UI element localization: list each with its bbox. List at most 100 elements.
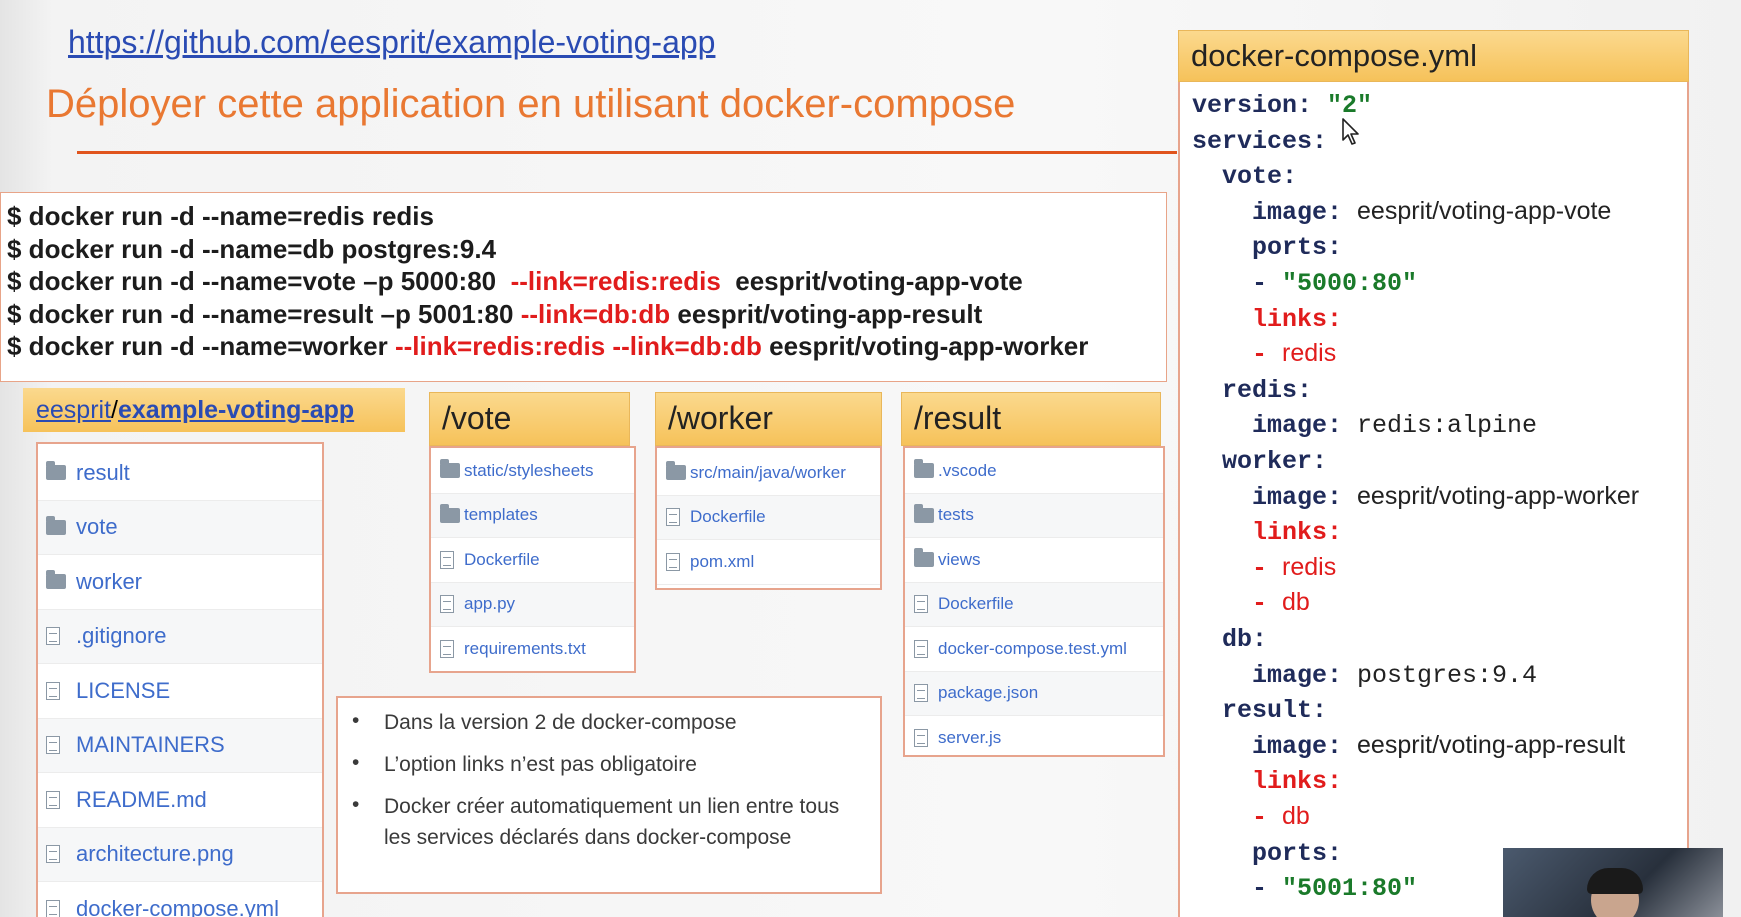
vote-file-list: static/stylesheets templates Dockerfile app… bbox=[429, 446, 636, 673]
compose-file-header: docker-compose.yml bbox=[1178, 30, 1689, 82]
yaml-token: - bbox=[1252, 874, 1283, 904]
result-item-label: .vscode bbox=[938, 460, 997, 480]
result-list-item[interactable]: Dockerfile bbox=[905, 582, 1163, 627]
vote-list-item[interactable]: requirements.txt bbox=[431, 627, 634, 671]
yaml-token: eesprit/voting-app-vote bbox=[1357, 196, 1612, 225]
file-icon bbox=[46, 681, 60, 700]
github-url-link[interactable]: https://github.com/eesprit/example-votin… bbox=[68, 24, 715, 61]
vote-list-item[interactable]: templates bbox=[431, 493, 634, 538]
command-text: $ docker run -d --name=worker bbox=[7, 331, 395, 361]
result-item-label: docker-compose.test.yml bbox=[938, 638, 1127, 658]
notes-box: • Dans la version 2 de docker-compose • L’o… bbox=[336, 696, 882, 894]
repo-list-item[interactable]: architecture.png bbox=[38, 827, 322, 882]
yaml-line: links: bbox=[1252, 766, 1342, 796]
file-icon bbox=[440, 550, 454, 569]
yaml-line: services: bbox=[1192, 126, 1327, 156]
file-icon bbox=[914, 595, 928, 614]
yaml-line: - redis bbox=[1252, 553, 1336, 583]
yaml-line: - "5000:80" bbox=[1252, 268, 1417, 298]
worker-list-item[interactable]: src/main/java/worker bbox=[657, 451, 880, 496]
bullet-icon: • bbox=[352, 709, 360, 732]
vote-list-item[interactable]: Dockerfile bbox=[431, 538, 634, 583]
yaml-token: redis bbox=[1282, 339, 1337, 368]
yaml-token: - bbox=[1252, 269, 1283, 298]
command-line: $ docker run -d --name=vote –p 5000:80 -… bbox=[7, 266, 1023, 297]
result-list-item[interactable]: .vscode bbox=[905, 449, 1163, 494]
worker-item-label: pom.xml bbox=[690, 551, 755, 571]
file-icon bbox=[914, 728, 928, 747]
repo-item-label: .gitignore bbox=[76, 623, 167, 649]
command-line: $ docker run -d --name=result –p 5001:80… bbox=[7, 299, 982, 330]
result-list-item[interactable]: server.js bbox=[905, 716, 1163, 755]
repo-item-label: vote bbox=[76, 514, 118, 540]
repo-item-label: MAINTAINERS bbox=[76, 732, 225, 758]
webcam-overlay bbox=[1503, 848, 1723, 917]
yaml-line: result: bbox=[1222, 695, 1327, 725]
folder-icon bbox=[440, 503, 460, 523]
repo-list-item[interactable]: README.md bbox=[38, 773, 322, 828]
yaml-line: db: bbox=[1222, 624, 1267, 654]
result-item-label: views bbox=[938, 549, 981, 569]
yaml-line: links: bbox=[1252, 517, 1342, 547]
file-icon bbox=[46, 845, 60, 864]
result-list-item[interactable]: docker-compose.test.yml bbox=[905, 627, 1163, 672]
repo-list-item[interactable]: docker-compose.yml bbox=[38, 882, 322, 917]
result-folder-header: /result bbox=[901, 392, 1161, 446]
command-line: $ docker run -d --name=redis redis bbox=[7, 201, 434, 232]
yaml-token: - bbox=[1252, 803, 1283, 832]
repo-item-label: worker bbox=[76, 568, 143, 594]
yaml-token: postgres:9.4 bbox=[1357, 660, 1538, 690]
yaml-line: version: "2" bbox=[1192, 90, 1372, 120]
repo-list-item[interactable]: worker bbox=[38, 555, 322, 610]
note-text: Dans la version 2 de docker-compose bbox=[384, 711, 737, 734]
command-text: $ docker run -d --name=db postgres:9.4 bbox=[7, 233, 497, 264]
repo-list-item[interactable]: vote bbox=[38, 500, 322, 555]
yaml-token: image: bbox=[1252, 660, 1358, 690]
yaml-token: db bbox=[1282, 588, 1310, 617]
repo-name-link[interactable]: example-voting-app bbox=[118, 396, 354, 424]
yaml-token: redis: bbox=[1222, 375, 1313, 405]
mouse-cursor-icon bbox=[1342, 118, 1359, 145]
slide-title: Déployer cette application en utilisant … bbox=[46, 82, 1016, 126]
command-text: $ docker run -d --name=vote –p 5000:80 bbox=[7, 266, 511, 296]
vote-list-item[interactable]: static/stylesheets bbox=[431, 449, 634, 494]
yaml-token: result: bbox=[1222, 696, 1328, 726]
repo-list-item[interactable]: .gitignore bbox=[38, 609, 322, 664]
yaml-token: eesprit/voting-app-worker bbox=[1357, 481, 1640, 510]
yaml-token: links: bbox=[1252, 518, 1343, 548]
yaml-line: ports: bbox=[1252, 838, 1342, 868]
yaml-token: "5000:80" bbox=[1282, 269, 1418, 298]
repo-list-item[interactable]: LICENSE bbox=[38, 664, 322, 719]
repo-owner-link[interactable]: eesprit bbox=[36, 396, 111, 424]
file-icon bbox=[46, 736, 60, 755]
docker-run-commands-box: $ docker run -d --name=redis redis $ dock… bbox=[0, 192, 1167, 382]
yaml-token: db bbox=[1282, 802, 1310, 830]
command-text: eesprit/voting-app-worker bbox=[761, 331, 1089, 361]
yaml-token: links: bbox=[1252, 304, 1343, 334]
yaml-line: links: bbox=[1252, 304, 1342, 334]
folder-icon bbox=[914, 503, 934, 523]
compose-file-content: version: "2" services: vote: image: eesprit… bbox=[1178, 82, 1689, 917]
command-text: $ docker run -d --name=result –p 5001:80 bbox=[7, 298, 521, 329]
repo-item-label: LICENSE bbox=[76, 677, 171, 703]
vote-list-item[interactable]: app.py bbox=[431, 582, 634, 627]
yaml-line: image: postgres:9.4 bbox=[1252, 660, 1537, 690]
yaml-line: image: eesprit/voting-app-vote bbox=[1252, 197, 1611, 227]
worker-item-label: src/main/java/worker bbox=[690, 462, 846, 482]
result-item-label: package.json bbox=[938, 683, 1039, 703]
result-list-item[interactable]: package.json bbox=[905, 671, 1163, 716]
yaml-line: image: redis:alpine bbox=[1252, 410, 1537, 440]
worker-list-item[interactable]: pom.xml bbox=[657, 540, 880, 585]
yaml-token: - bbox=[1252, 553, 1283, 583]
result-list-item[interactable]: views bbox=[905, 538, 1163, 583]
repo-list-item[interactable]: result bbox=[38, 446, 322, 501]
repo-header: eesprit/example-voting-app bbox=[23, 388, 405, 432]
folder-icon bbox=[666, 461, 686, 481]
yaml-line: vote: bbox=[1222, 161, 1297, 191]
repo-list-item[interactable]: MAINTAINERS bbox=[38, 718, 322, 773]
repo-file-list: result vote worker .gitignore LICENSE MAINTAI… bbox=[36, 442, 324, 917]
result-list-item[interactable]: tests bbox=[905, 493, 1163, 538]
worker-list-item[interactable]: Dockerfile bbox=[657, 495, 880, 540]
yaml-line: - db bbox=[1252, 802, 1310, 832]
vote-item-label: Dockerfile bbox=[464, 549, 540, 569]
